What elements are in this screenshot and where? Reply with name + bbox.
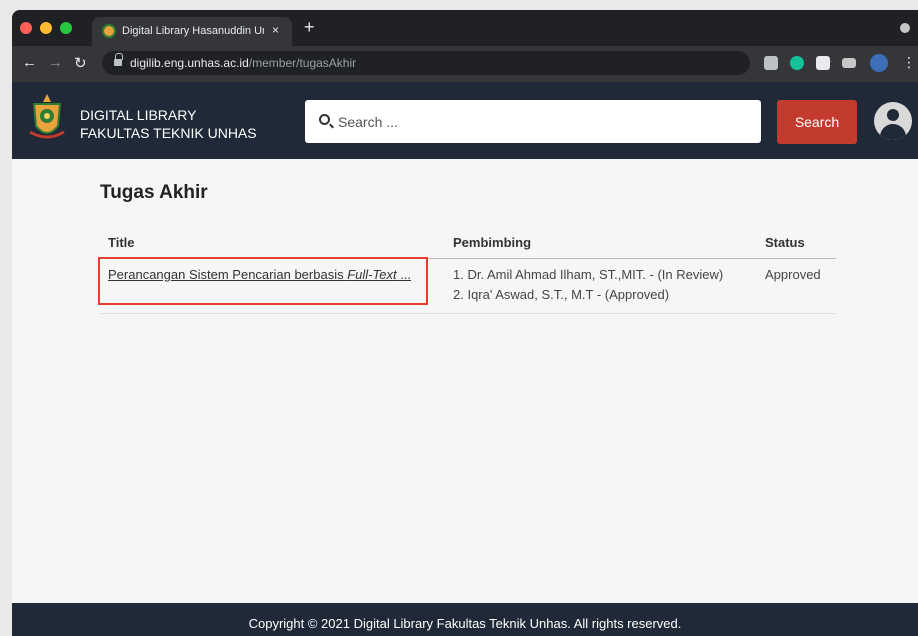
thesis-title-link[interactable]: Perancangan Sistem Pencarian berbasis Fu… (108, 267, 411, 282)
tab-strip: Digital Library Hasanuddin Uni × + (12, 10, 918, 46)
column-header-pembimbing: Pembimbing (445, 230, 757, 259)
pembimbing-cell: 1. Dr. Amil Ahmad Ilham, ST.,MIT. - (In … (445, 258, 757, 314)
site-favicon-icon (102, 24, 116, 38)
brand-line-1: DIGITAL LIBRARY (80, 107, 197, 123)
site-brand[interactable]: DIGITAL LIBRARY FAKULTAS TEKNIK UNHAS (80, 106, 257, 142)
tab-close-icon[interactable]: × (272, 23, 279, 37)
table-header-row: Title Pembimbing Status (100, 230, 836, 259)
lock-icon[interactable] (114, 53, 123, 66)
new-tab-button[interactable]: + (304, 17, 315, 38)
user-account-icon[interactable] (874, 102, 912, 140)
url-path: /member/tugasAkhir (248, 56, 357, 70)
user-body-shape (880, 124, 906, 140)
column-header-status: Status (757, 230, 836, 259)
column-header-title: Title (100, 230, 445, 259)
reading-list-icon[interactable] (842, 58, 856, 68)
title-ellipsis: ... (396, 266, 412, 282)
title-italic-text: Full-Text (347, 266, 397, 282)
search-icon (319, 114, 330, 125)
back-icon[interactable]: ← (22, 54, 37, 71)
puzzle-extension-icon[interactable] (816, 56, 830, 70)
close-window-button[interactable] (20, 22, 32, 34)
camera-extension-icon[interactable] (764, 56, 778, 70)
copyright-text: Copyright © 2021 Digital Library Fakulta… (248, 616, 682, 631)
brand-line-2: FAKULTAS TEKNIK UNHAS (80, 125, 257, 141)
main-content: Tugas Akhir Title Pembimbing Status Pera… (98, 182, 840, 314)
active-tab[interactable]: Digital Library Hasanuddin Uni × (92, 17, 292, 46)
forward-icon[interactable]: → (48, 54, 63, 71)
tugas-akhir-table: Title Pembimbing Status Perancangan Sist… (100, 230, 836, 314)
address-bar[interactable]: digilib.eng.unhas.ac.id/member/tugasAkhi… (102, 51, 832, 75)
status-cell: Approved (757, 258, 836, 314)
unhas-logo-icon[interactable] (28, 92, 66, 144)
minimize-window-button[interactable] (40, 22, 52, 34)
maximize-window-button[interactable] (60, 22, 72, 34)
search-box (305, 100, 761, 143)
pembimbing-item: 1. Dr. Amil Ahmad Ilham, ST.,MIT. - (In … (453, 266, 724, 282)
tab-title: Digital Library Hasanuddin Uni (122, 25, 264, 37)
more-menu-icon[interactable]: ⋮ (902, 54, 916, 71)
search-button[interactable]: Search (777, 100, 857, 144)
site-footer: Copyright © 2021 Digital Library Fakulta… (12, 603, 918, 636)
site-header: DIGITAL LIBRARY FAKULTAS TEKNIK UNHAS Se… (12, 82, 918, 159)
browser-toolbar: ← → ↻ digilib.eng.unhas.ac.id/member/tug… (12, 46, 918, 82)
pembimbing-item: 2. Iqra' Aswad, S.T., M.T - (Approved) (453, 286, 670, 302)
url-text[interactable]: digilib.eng.unhas.ac.id/member/tugasAkhi… (130, 56, 356, 70)
table-row: Perancangan Sistem Pencarian berbasis Fu… (100, 258, 836, 314)
search-input[interactable] (338, 100, 748, 143)
title-cell: Perancangan Sistem Pencarian berbasis Fu… (100, 258, 445, 314)
profile-avatar-icon[interactable] (870, 54, 888, 72)
web-page: DIGITAL LIBRARY FAKULTAS TEKNIK UNHAS Se… (12, 82, 918, 636)
user-head-shape (887, 109, 899, 121)
title-plain-text: Perancangan Sistem Pencarian berbasis (108, 266, 348, 282)
tab-search-icon[interactable] (900, 23, 910, 33)
reload-icon[interactable]: ↻ (74, 54, 87, 72)
url-host: digilib.eng.unhas.ac.id (130, 56, 249, 70)
page-title: Tugas Akhir (100, 182, 208, 203)
grammarly-extension-icon[interactable] (790, 56, 804, 70)
browser-window: Digital Library Hasanuddin Uni × + ← → ↻… (12, 10, 918, 636)
